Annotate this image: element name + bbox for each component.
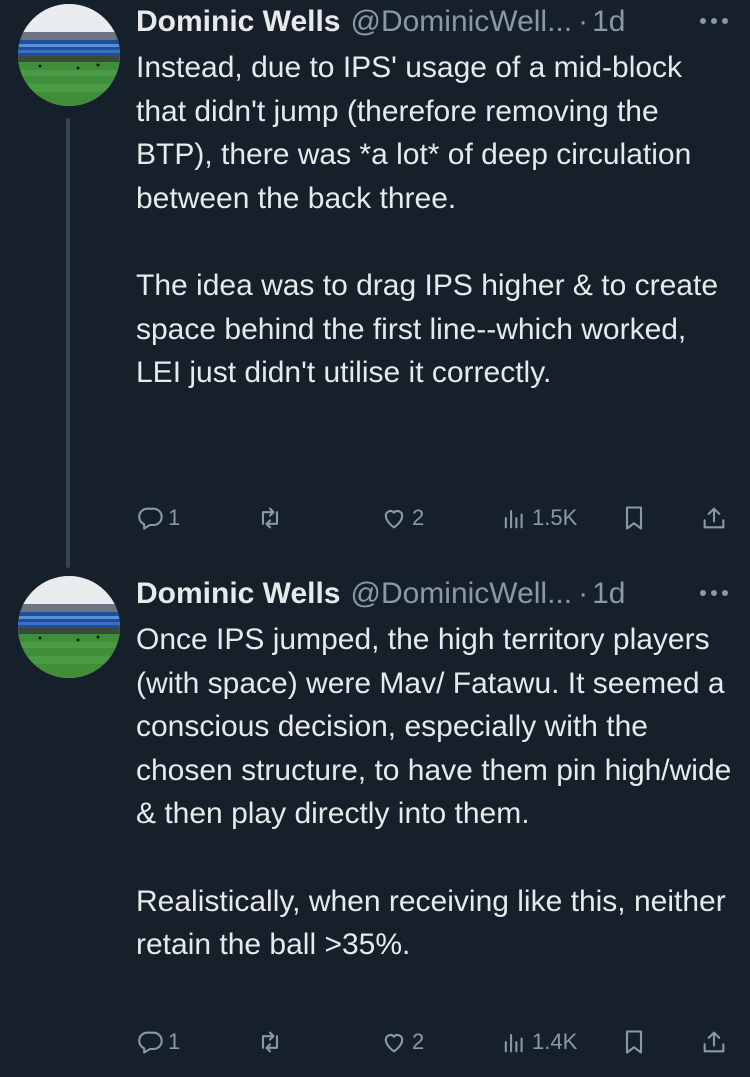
tweet-text: Once IPS jumped, the high territory play… [136,618,734,967]
views-icon [500,1028,528,1056]
views-button[interactable]: 1.5K [500,498,577,538]
bookmark-icon [620,1028,648,1056]
reply-icon [136,1028,164,1056]
share-button[interactable] [700,498,728,538]
bookmark-button[interactable] [620,498,648,538]
retweet-icon [256,504,284,532]
author-handle[interactable]: @DominicWell... [351,577,573,611]
share-button[interactable] [700,1022,728,1062]
retweet-button[interactable] [256,498,288,538]
tweet-text: Instead, due to IPS' usage of a mid-bloc… [136,46,734,395]
like-count: 2 [412,505,425,530]
like-count: 2 [412,1029,425,1054]
like-icon [380,504,408,532]
share-icon [700,504,728,532]
tweet-paragraph: The idea was to drag IPS higher & to cre… [136,268,718,390]
action-bar: 1 2 1.5K [136,498,734,538]
separator: · [578,5,589,38]
reply-button[interactable]: 1 [136,1022,180,1062]
views-count: 1.4K [532,1029,578,1054]
tweet-paragraph: Instead, due to IPS' usage of a mid-bloc… [136,51,692,215]
more-icon[interactable] [694,578,734,608]
tweet-header: Dominic Wells @DominicWell... · 1d [136,0,734,44]
bookmark-icon [620,504,648,532]
tweet[interactable]: Dominic Wells @DominicWell... · 1d Inste… [0,0,750,568]
tweet-content: Dominic Wells @DominicWell... · 1d Once … [136,572,734,967]
like-button[interactable]: 2 [380,1022,424,1062]
like-button[interactable]: 2 [380,498,424,538]
tweet[interactable]: Dominic Wells @DominicWell... · 1d Once … [0,566,750,1077]
action-bar: 1 2 1.4K [136,1022,734,1062]
tweet-content: Dominic Wells @DominicWell... · 1d Inste… [136,0,734,395]
more-icon[interactable] [694,6,734,36]
author-name[interactable]: Dominic Wells [136,5,341,39]
views-button[interactable]: 1.4K [500,1022,577,1062]
retweet-icon [256,1028,284,1056]
tweet-header: Dominic Wells @DominicWell... · 1d [136,572,734,616]
views-count: 1.5K [532,505,578,530]
bookmark-button[interactable] [620,1022,648,1062]
separator: · [578,577,589,610]
timestamp[interactable]: 1d [592,577,625,611]
like-icon [380,1028,408,1056]
views-icon [500,504,528,532]
timestamp[interactable]: 1d [592,5,625,39]
share-icon [700,1028,728,1056]
author-handle[interactable]: @DominicWell... [351,5,573,39]
reply-button[interactable]: 1 [136,498,180,538]
avatar[interactable] [18,4,120,106]
reply-count: 1 [168,505,181,530]
reply-count: 1 [168,1029,181,1054]
avatar[interactable] [18,576,120,678]
tweet-paragraph: Realistically, when receiving like this,… [136,884,726,962]
retweet-button[interactable] [256,1022,288,1062]
author-name[interactable]: Dominic Wells [136,577,341,611]
tweet-paragraph: Once IPS jumped, the high territory play… [136,623,732,831]
reply-icon [136,504,164,532]
thread-line [66,118,70,568]
